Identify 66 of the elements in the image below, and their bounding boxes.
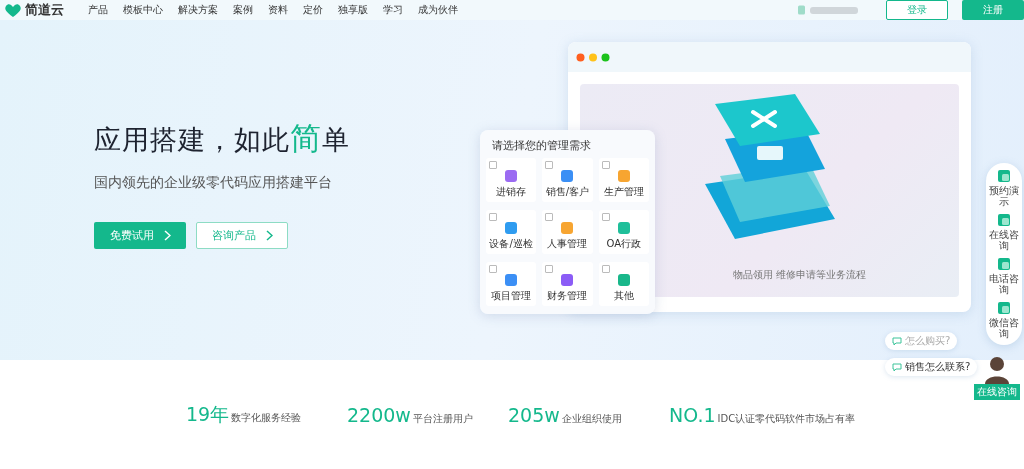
stat-value: 205w	[508, 403, 560, 426]
hero-subtitle: 国内领先的企业级零代码应用搭建平台	[94, 174, 333, 192]
blurred-bar	[810, 6, 858, 14]
document-icon	[997, 301, 1011, 315]
hero-headline: 应用搭建，如此简单	[94, 119, 351, 158]
brand-name[interactable]: 简道云	[25, 1, 64, 19]
sidebar-item[interactable]: 微信咨询	[986, 301, 1022, 339]
need-option-card[interactable]: 销售/客户	[542, 158, 593, 202]
option-label: 设备/巡检	[489, 237, 533, 251]
illustration-caption: 物品领用 维修申请等业务流程	[732, 268, 867, 282]
stat-value: NO.1	[669, 403, 716, 426]
checkbox[interactable]	[489, 213, 497, 221]
stat-value: 2200w	[347, 403, 411, 426]
nav-link[interactable]: 学习	[383, 3, 403, 17]
need-option-card[interactable]: 其他	[598, 262, 649, 306]
option-label: OA行政	[606, 237, 642, 251]
nav-link[interactable]: 定价	[303, 3, 323, 17]
sidebar-item[interactable]: 预约演示	[986, 169, 1022, 207]
checkbox[interactable]	[489, 161, 497, 169]
stat-value: 19年	[186, 401, 230, 427]
stat-label: 企业组织使用	[561, 411, 622, 426]
nav-link[interactable]: 模板中心	[123, 3, 163, 17]
stat-label: 数字化服务经验	[231, 410, 302, 425]
checkbox[interactable]	[545, 265, 554, 273]
option-label: 人事管理	[547, 237, 588, 251]
option-label: 进销存	[496, 185, 527, 199]
sidebar-item[interactable]: 电话咨询	[986, 257, 1022, 295]
need-option-card[interactable]: 项目管理	[486, 262, 537, 306]
nav-link[interactable]: 独享版	[338, 3, 368, 17]
checkbox[interactable]	[545, 213, 554, 221]
chat-bubble-icon	[892, 362, 902, 372]
option-label: 其他	[613, 289, 634, 303]
option-label: 生产管理	[603, 185, 644, 199]
document-icon	[997, 257, 1011, 271]
document-icon	[997, 169, 1011, 183]
option-label: 销售/客户	[545, 185, 590, 199]
need-option-card[interactable]: 生产管理	[598, 158, 649, 202]
heart-logo-icon	[4, 3, 22, 17]
need-option-card[interactable]: 进销存	[486, 158, 537, 202]
sidebar-item[interactable]: 在线咨询	[986, 213, 1022, 251]
chat-bubble-icon	[892, 336, 902, 346]
checkbox[interactable]	[489, 265, 497, 273]
nav-link[interactable]: 成为伙伴	[418, 3, 458, 17]
nav-link[interactable]: 资料	[268, 3, 288, 17]
checkbox[interactable]	[601, 161, 610, 169]
checkbox[interactable]	[545, 161, 554, 169]
option-label: 财务管理	[547, 289, 588, 303]
option-label: 项目管理	[491, 289, 532, 303]
nav-link[interactable]: 产品	[88, 3, 108, 17]
stat-label: IDC认证零代码软件市场占有率	[717, 411, 856, 426]
chevron-right-icon	[163, 230, 171, 241]
stat-label: 平台注册用户	[412, 411, 473, 426]
person-silhouette-icon	[982, 354, 1012, 384]
checkbox[interactable]	[601, 213, 610, 221]
nav-link[interactable]: 案例	[233, 3, 253, 17]
need-option-card[interactable]: 财务管理	[542, 262, 593, 306]
window-dots-icon	[576, 52, 610, 62]
document-icon	[997, 213, 1011, 227]
need-option-card[interactable]: 人事管理	[542, 210, 593, 254]
need-option-card[interactable]: 设备/巡检	[486, 210, 537, 254]
need-option-card[interactable]: OA行政	[598, 210, 649, 254]
chat-question-button[interactable]: 销售怎么联系?	[885, 358, 978, 376]
checkbox[interactable]	[601, 265, 610, 273]
panel-title: 请选择您的管理需求	[492, 138, 592, 153]
chevron-right-icon	[265, 230, 273, 241]
nav-link[interactable]: 解决方案	[178, 3, 218, 17]
